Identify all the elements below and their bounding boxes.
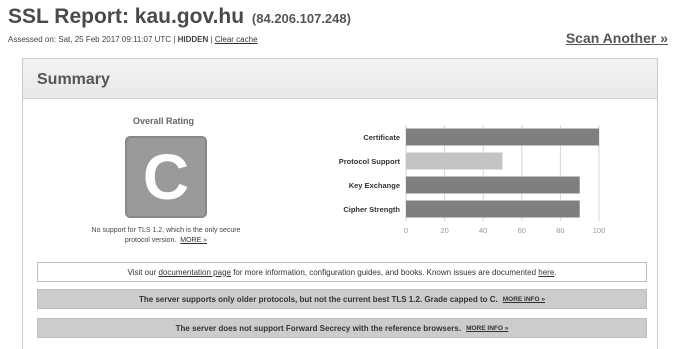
chart-category-label: Protocol Support [339, 157, 401, 166]
rating-chart: Certificate Protocol Support Key Exchange C… [289, 125, 605, 245]
chart-category-label: Cipher Strength [343, 205, 400, 214]
docs-notice-post: . [554, 267, 557, 277]
clear-cache-link[interactable]: Clear cache [215, 35, 258, 44]
hidden-label: HIDDEN [177, 35, 209, 44]
chart-tick-label: 0 [404, 226, 408, 235]
assessed-label: Assessed on: [8, 35, 57, 44]
grade-badge: C [125, 136, 207, 218]
tls-more-info-link[interactable]: MORE INFO » [503, 296, 545, 303]
overall-rating-label: Overall Rating [133, 116, 195, 126]
chart-tick-label: 20 [440, 226, 448, 235]
summary-panel: Summary Overall Rating C No support for … [22, 58, 658, 349]
forward-secrecy-more-info-link[interactable]: MORE INFO » [466, 325, 508, 332]
chart-bar [406, 152, 503, 170]
chart-tick-label: 80 [556, 226, 564, 235]
separator: | [173, 35, 176, 44]
chart-bar [406, 128, 599, 146]
chart-tick-label: 60 [518, 226, 526, 235]
report-title-text: SSL Report: kau.gov.hu [8, 5, 245, 28]
docs-notice-mid: for more information, configuration guid… [233, 267, 537, 277]
forward-secrecy-text: The server does not support Forward Secr… [175, 323, 462, 333]
chart-tick-label: 100 [593, 226, 606, 235]
grade-note-text: No support for TLS 1.2, which is the onl… [91, 227, 241, 244]
report-title: SSL Report: kau.gov.hu (84.206.107.248) [8, 5, 351, 29]
forward-secrecy-notice: The server does not support Forward Secr… [37, 318, 647, 338]
scan-another-link[interactable]: Scan Another » [566, 30, 668, 46]
docs-notice-pre: Visit our [127, 267, 157, 277]
chart-bar [406, 176, 580, 194]
report-ip: (84.206.107.248) [251, 11, 351, 26]
grade-note: No support for TLS 1.2, which is the onl… [81, 226, 251, 246]
known-issues-link[interactable]: here [538, 268, 554, 277]
grade-letter: C [142, 141, 190, 213]
rating-chart-svg: Certificate Protocol Support Key Exchange C… [339, 125, 605, 235]
tls-warning-notice: The server supports only older protocols… [37, 289, 647, 309]
summary-title: Summary [37, 71, 110, 88]
documentation-notice: Visit our documentation page for more in… [37, 262, 647, 282]
summary-header [23, 59, 657, 99]
chart-bar [406, 200, 580, 218]
tls-warning-text: The server supports only older protocols… [139, 294, 498, 304]
separator: | [210, 35, 213, 44]
chart-category-label: Certificate [363, 133, 400, 142]
assessed-line: Assessed on: Sat, 25 Feb 2017 09:11:07 U… [8, 35, 258, 44]
grade-note-more-link[interactable]: MORE » [180, 237, 207, 244]
documentation-page-link[interactable]: documentation page [158, 268, 231, 277]
chart-category-label: Key Exchange [349, 181, 400, 190]
assessed-date: Sat, 25 Feb 2017 09:11:07 UTC [58, 35, 172, 44]
chart-tick-label: 40 [479, 226, 487, 235]
